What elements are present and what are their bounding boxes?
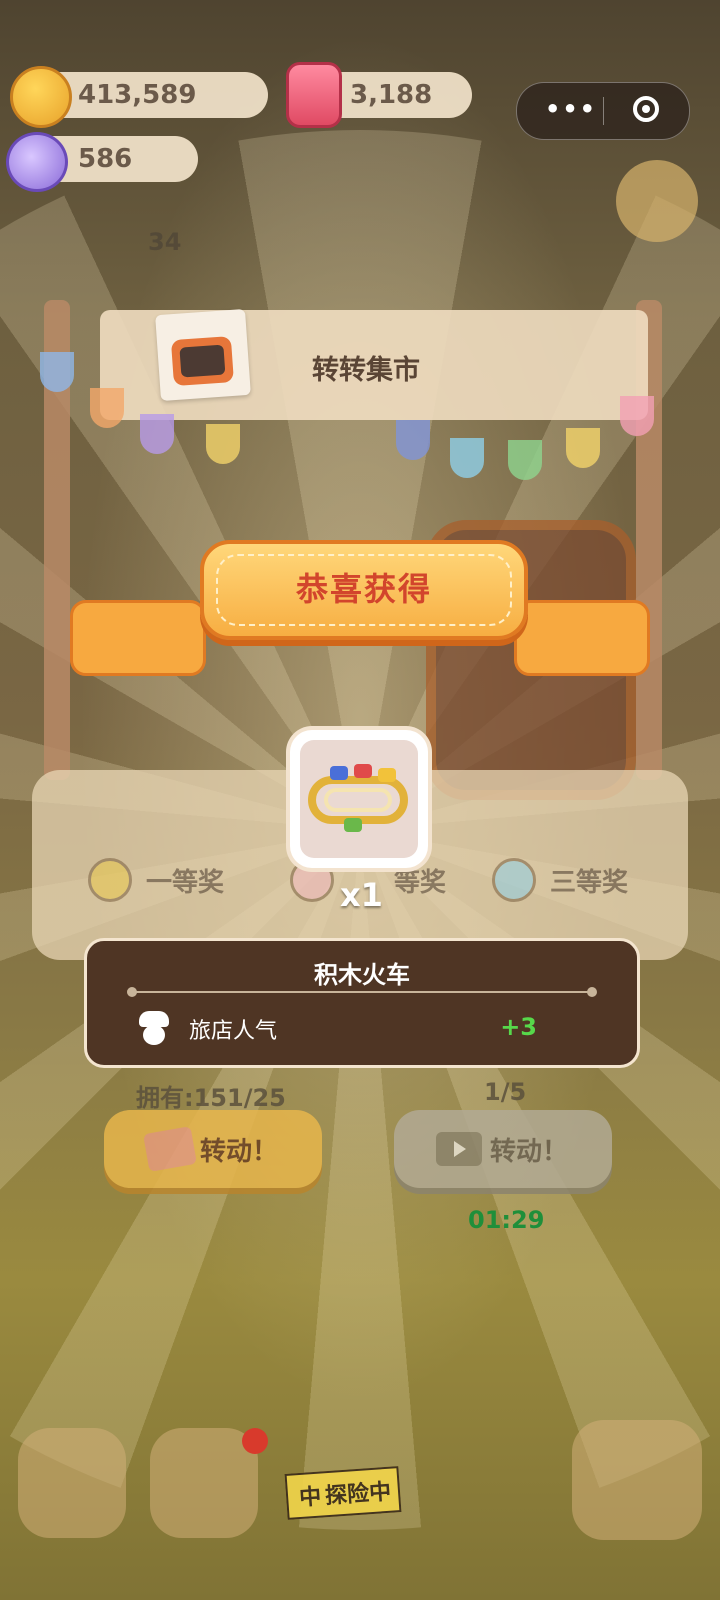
prize-label: 一等奖: [146, 867, 225, 898]
reward-info-box: 积木火车 旅店人气 +3: [84, 938, 640, 1068]
notification-badge: [242, 1428, 268, 1454]
prize-ball-icon: [88, 858, 132, 902]
bunting-flag: [508, 440, 542, 480]
spin-button-label: 转动！: [489, 1136, 568, 1167]
ribbon-center: 恭喜获得: [200, 540, 528, 640]
video-spin-count: 1/5: [484, 1078, 527, 1106]
banner-title: 恭喜获得: [295, 570, 432, 608]
bunting-flag: [620, 396, 654, 436]
video-icon: [436, 1132, 482, 1166]
reward-item-card[interactable]: [290, 730, 428, 868]
block-train-icon: [300, 740, 418, 858]
miniprogram-capsule: •••: [516, 82, 690, 140]
spin-ticket-icon: [6, 132, 68, 192]
capsule-divider: [603, 97, 604, 125]
spin-with-video-button[interactable]: 转动！: [394, 1110, 612, 1188]
tv-icon: [170, 336, 234, 387]
info-divider: [127, 987, 597, 997]
gem-value: 3,188: [350, 80, 433, 110]
owned-tickets: 拥有:151/25: [136, 1084, 286, 1112]
ribbon-right: [514, 600, 650, 676]
exploring-tag[interactable]: 中 探险中: [284, 1466, 402, 1520]
gem-counter[interactable]: 3,188: [286, 62, 472, 128]
prize-label: 三等奖: [550, 867, 629, 898]
reward-name: 积木火车: [314, 961, 410, 989]
gem-icon: [286, 62, 342, 128]
coin-counter[interactable]: 413,589: [10, 66, 268, 128]
more-icon[interactable]: •••: [545, 95, 597, 123]
congrats-banner: 恭喜获得: [70, 540, 650, 680]
train-car: [344, 818, 362, 832]
ticket-counter[interactable]: 586: [6, 132, 198, 192]
ribbon-left: [70, 600, 206, 676]
stage-nav-button[interactable]: [572, 1420, 702, 1540]
prize-ball-icon: [492, 858, 536, 902]
ticket-icon: [143, 1126, 197, 1172]
bunting-flag: [396, 420, 430, 460]
stall-title: 转转集市: [312, 355, 420, 386]
spin-button-label: 转动！: [199, 1136, 278, 1167]
bunting-flag: [40, 352, 74, 392]
cooldown-timer: 01:29: [468, 1206, 545, 1234]
flower-decoration-icon: [616, 160, 698, 242]
spin-with-ticket-button[interactable]: 转动！: [104, 1110, 322, 1188]
ticket-value: 586: [78, 144, 133, 174]
house-nav-button[interactable]: [18, 1428, 126, 1538]
bunting-flag: [450, 438, 484, 478]
bunting-flag: [566, 428, 600, 468]
train-track-inner: [324, 788, 392, 812]
prize-third: 三等奖: [492, 858, 628, 902]
exploring-label: 探险中: [324, 1479, 392, 1510]
bunting-flag: [140, 414, 174, 454]
bunting-flag: [206, 424, 240, 464]
bunting-flag: [90, 388, 124, 428]
train-car: [378, 768, 396, 782]
prize-first: 一等奖: [88, 858, 224, 902]
attribute-value: +3: [500, 1013, 537, 1041]
train-car: [354, 764, 372, 778]
reward-quantity: x1: [340, 876, 383, 914]
close-target-icon[interactable]: [633, 96, 659, 122]
train-car: [330, 766, 348, 780]
tv-card: [155, 308, 251, 402]
chef-face: [143, 1025, 165, 1045]
chef-icon: [137, 1011, 171, 1047]
exploring-prefix: 中: [298, 1484, 323, 1512]
attribute-label: 旅店人气: [189, 1019, 278, 1044]
side-counter: 34: [148, 228, 182, 256]
coin-value: 413,589: [78, 80, 197, 110]
coin-icon: [10, 66, 72, 128]
